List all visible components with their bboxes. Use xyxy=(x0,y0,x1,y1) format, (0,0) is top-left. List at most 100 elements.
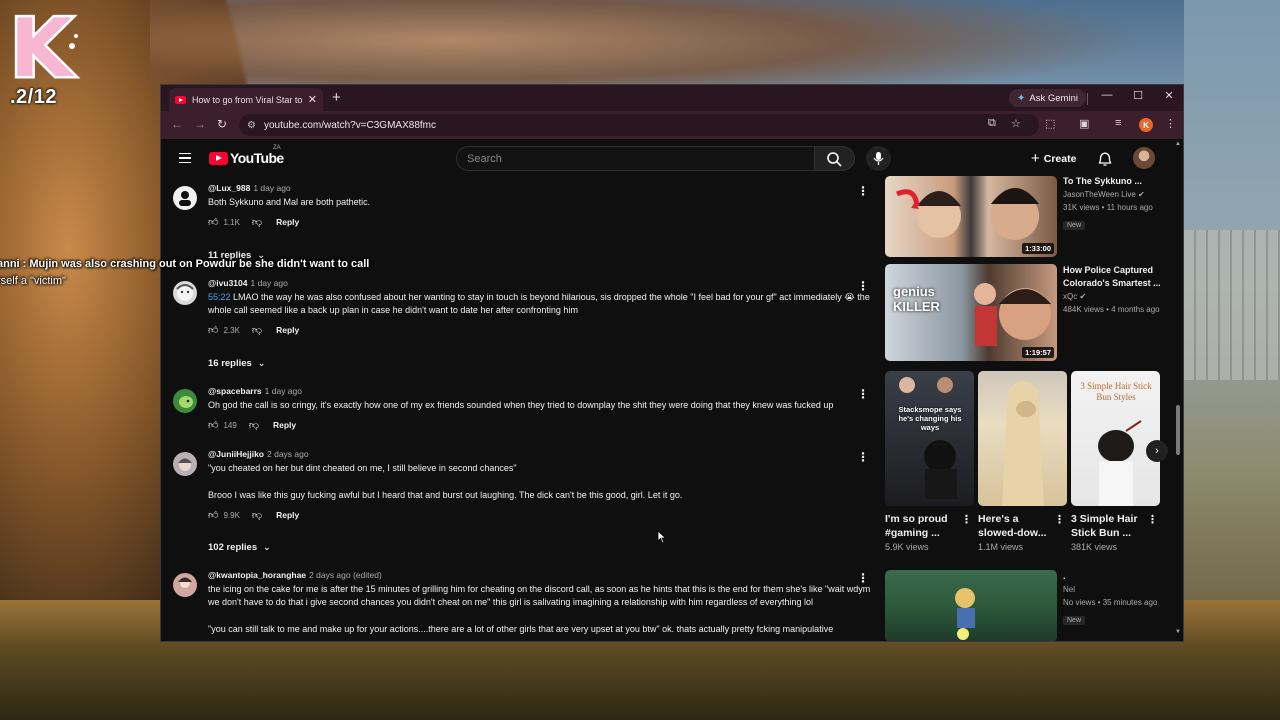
scroll-up-icon[interactable]: ▲ xyxy=(1175,141,1181,147)
dislike-icon[interactable]: 👎︎ xyxy=(252,509,262,521)
voice-search-button[interactable] xyxy=(866,146,891,171)
bookmark-star-icon[interactable]: ☆ xyxy=(1011,117,1021,130)
comment-menu-icon[interactable]: ⋮ xyxy=(857,184,869,198)
tab-youtube[interactable]: How to go from Viral Star to Se ✕ xyxy=(169,88,323,111)
create-button[interactable]: + Create xyxy=(1023,147,1084,170)
scrollbar-thumb[interactable] xyxy=(1176,405,1180,455)
video-thumbnail[interactable] xyxy=(885,570,1057,641)
comment-menu-icon[interactable]: ⋮ xyxy=(857,387,869,401)
comment-text: "you cheated on her but dint cheated on … xyxy=(208,463,517,473)
short-thumbnail[interactable]: Stacksmope says he's changing his ways xyxy=(885,371,974,506)
channel-name[interactable]: JasonTheWeen Live ✔ xyxy=(1063,188,1169,201)
comment-time[interactable]: 1 day ago xyxy=(265,386,302,396)
search-input[interactable]: Search xyxy=(456,146,815,171)
short-item[interactable]: 3 Simple Hair Stick Bun Styles 3 Simple … xyxy=(1071,371,1160,552)
youtube-logo[interactable]: YouTube xyxy=(209,150,284,166)
like-icon[interactable]: 👍︎ xyxy=(208,509,218,521)
create-label: Create xyxy=(1043,152,1077,165)
commenter-avatar[interactable] xyxy=(173,452,197,476)
microphone-icon xyxy=(873,152,884,165)
video-title[interactable]: How Police Captured Colorado's Smartest … xyxy=(1063,264,1169,290)
chevron-down-icon: ⌄ xyxy=(257,250,265,260)
page-scrollbar[interactable]: ▲ ▼ xyxy=(1174,139,1182,641)
comments-section: @Lux_988 1 day ago Both Sykkuno and Mal a… xyxy=(161,179,881,641)
dislike-icon[interactable]: 👎︎ xyxy=(252,324,262,336)
shorts-shelf: Stacksmope says he's changing his ways I… xyxy=(885,371,1171,557)
reply-button[interactable]: Reply xyxy=(273,420,296,430)
address-bar[interactable]: ⚙ youtube.com/watch?v=C3GMAX88fmc xyxy=(239,114,1039,136)
replies-toggle[interactable]: 11 replies ⌄ xyxy=(208,250,265,261)
close-tab-icon[interactable]: ✕ xyxy=(308,93,317,106)
dislike-icon[interactable]: 👎︎ xyxy=(249,419,259,431)
comment-time[interactable]: 1 day ago xyxy=(250,278,287,288)
like-icon[interactable]: 👍︎ xyxy=(208,216,218,228)
shorts-next-button[interactable]: › xyxy=(1146,440,1168,462)
short-menu-icon[interactable]: ⋮ xyxy=(1054,513,1065,526)
video-thumbnail[interactable]: genius KILLER 1:19:57 xyxy=(885,264,1057,361)
video-title[interactable]: To The Sykkuno ... xyxy=(1063,175,1169,188)
video-stats: 31K views • 11 hours ago xyxy=(1063,203,1153,212)
short-title[interactable]: 3 Simple Hair Stick Bun ... xyxy=(1071,512,1147,540)
install-app-icon[interactable]: ⧉ xyxy=(988,117,996,130)
short-menu-icon[interactable]: ⋮ xyxy=(961,513,972,526)
account-avatar[interactable] xyxy=(1133,147,1155,169)
new-tab-icon[interactable]: + xyxy=(332,89,341,106)
maximize-icon[interactable]: ☐ xyxy=(1128,89,1148,102)
comment-author[interactable]: @ivu3104 xyxy=(208,278,247,288)
short-title[interactable]: I'm so proud #gaming ... xyxy=(885,512,961,540)
comment-author[interactable]: @Lux_988 xyxy=(208,183,250,193)
comment-menu-icon[interactable]: ⋮ xyxy=(857,279,869,293)
comment-time[interactable]: 2 days ago (edited) xyxy=(309,570,382,580)
replies-toggle[interactable]: 16 replies ⌄ xyxy=(208,358,265,369)
forward-icon[interactable]: → xyxy=(194,117,206,131)
reply-button[interactable]: Reply xyxy=(276,217,299,227)
short-thumbnail[interactable] xyxy=(978,371,1067,506)
comment-menu-icon[interactable]: ⋮ xyxy=(857,450,869,464)
video-thumbnail[interactable]: 1:33:00 xyxy=(885,176,1057,257)
short-menu-icon[interactable]: ⋮ xyxy=(1147,513,1158,526)
commenter-avatar[interactable] xyxy=(173,389,197,413)
replies-toggle[interactable]: 102 replies ⌄ xyxy=(208,542,271,553)
video-title[interactable]: . xyxy=(1063,570,1169,583)
commenter-avatar[interactable] xyxy=(173,281,197,305)
short-art xyxy=(899,377,957,499)
split-view-icon[interactable]: ▣ xyxy=(1079,117,1089,130)
commenter-avatar[interactable] xyxy=(173,186,197,210)
minimize-icon[interactable]: — xyxy=(1097,89,1117,101)
video-timestamp-link[interactable]: 55:22 xyxy=(208,292,231,302)
comment-text: Oh god the call is so cringy, it's exact… xyxy=(208,400,834,410)
dislike-icon[interactable]: 👎︎ xyxy=(252,216,262,228)
channel-name[interactable]: Nel xyxy=(1063,583,1169,596)
site-info-icon[interactable]: ⚙ xyxy=(247,120,256,131)
like-icon[interactable]: 👍︎ xyxy=(208,419,218,431)
comment-author[interactable]: @spacebarrs xyxy=(208,386,262,396)
plus-icon: + xyxy=(1031,150,1040,167)
ask-gemini-button[interactable]: ✦ Ask Gemini xyxy=(1009,89,1086,107)
like-icon[interactable]: 👍︎ xyxy=(208,324,218,336)
menu-icon[interactable] xyxy=(179,153,191,163)
youtube-play-icon xyxy=(209,151,228,165)
short-item[interactable]: Here's a slowed-dow... 1.1M views ⋮ xyxy=(978,371,1067,552)
back-icon[interactable]: ← xyxy=(171,117,183,131)
extensions-icon[interactable]: ⬚ xyxy=(1045,117,1055,130)
comment-author[interactable]: @kwantopia_horanghae xyxy=(208,570,306,580)
channel-name[interactable]: xQc ✔ xyxy=(1063,290,1169,303)
reload-icon[interactable]: ↻ xyxy=(217,117,227,131)
short-thumbnail[interactable]: 3 Simple Hair Stick Bun Styles xyxy=(1071,371,1160,506)
short-title[interactable]: Here's a slowed-dow... xyxy=(978,512,1054,540)
reply-button[interactable]: Reply xyxy=(276,510,299,520)
comment-time[interactable]: 1 day ago xyxy=(253,183,290,193)
media-controls-icon[interactable]: ≡ xyxy=(1115,117,1121,129)
scroll-down-icon[interactable]: ▼ xyxy=(1175,629,1181,635)
comment-time[interactable]: 2 days ago xyxy=(267,449,309,459)
search-button[interactable] xyxy=(815,146,855,171)
profile-avatar[interactable]: K xyxy=(1139,118,1153,132)
comment-author[interactable]: @JuniiHejjiko xyxy=(208,449,264,459)
notifications-bell-icon[interactable] xyxy=(1098,151,1112,167)
close-window-icon[interactable]: ✕ xyxy=(1159,89,1179,102)
comment-menu-icon[interactable]: ⋮ xyxy=(857,571,869,585)
short-item[interactable]: Stacksmope says he's changing his ways I… xyxy=(885,371,974,552)
reply-button[interactable]: Reply xyxy=(276,325,299,335)
commenter-avatar[interactable] xyxy=(173,573,197,597)
browser-menu-icon[interactable]: ⋮ xyxy=(1165,117,1176,130)
